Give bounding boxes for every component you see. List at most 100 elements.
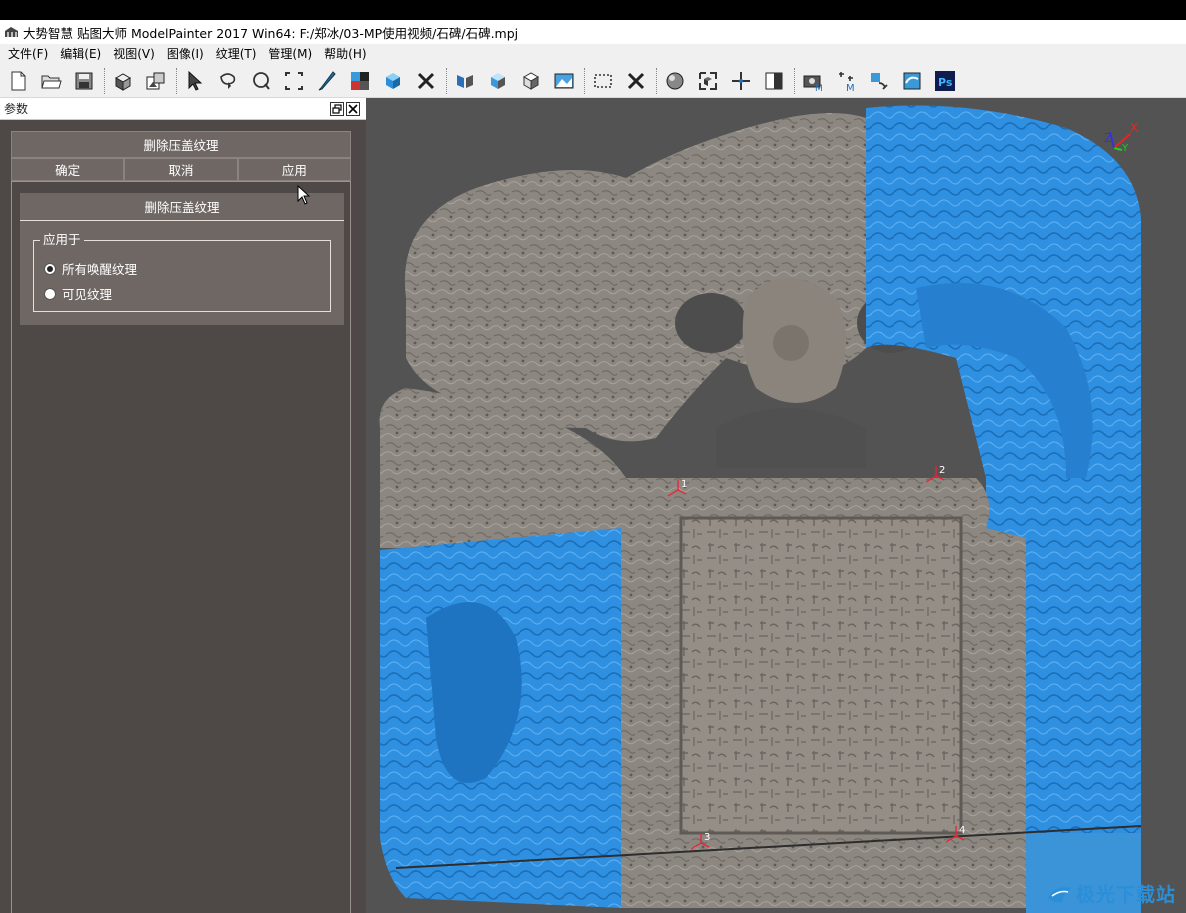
toolbar-separator — [794, 68, 795, 94]
cube-color-button[interactable] — [379, 67, 407, 95]
stone-stele-model: 1 2 3 4 — [379, 105, 1142, 913]
toolbar-separator — [176, 68, 177, 94]
cube-frame-icon — [699, 72, 717, 90]
open-folder-icon — [41, 75, 62, 89]
new-file-icon — [11, 71, 26, 91]
radio-selected[interactable] — [44, 262, 56, 275]
panel-title: 参数 — [4, 102, 29, 116]
menu-bar: 文件(F) 编辑(E) 视图(V) 图像(I) 纹理(T) 管理(M) 帮助(H… — [0, 44, 1186, 65]
restore-window-icon — [332, 104, 342, 114]
toolbar-separator — [656, 68, 657, 94]
open-folder-button[interactable] — [37, 67, 65, 95]
toolbar-separator — [584, 68, 585, 94]
gradient-icon — [765, 72, 783, 90]
option-visible-textures[interactable]: 可见纹理 — [44, 284, 112, 303]
photo-swap-button[interactable] — [898, 67, 926, 95]
circle-select-icon — [253, 72, 270, 90]
photoshop-icon: Ps — [935, 71, 955, 91]
cancel-button[interactable]: 取消 — [124, 158, 238, 181]
svg-text:2: 2 — [939, 465, 945, 476]
brush-button[interactable] — [313, 67, 341, 95]
axis-z-label: Z — [1104, 131, 1112, 145]
mirror-model-icon — [457, 75, 473, 88]
3d-viewport[interactable]: 1 2 3 4 X Y Z 极光下载站 — [366, 98, 1186, 913]
menu-manage[interactable]: 管理(M) — [262, 44, 318, 65]
command-title: 删除压盖纹理 — [11, 131, 351, 158]
rect-select-button[interactable] — [280, 67, 308, 95]
select-arrow-icon — [188, 70, 203, 91]
export-image-button[interactable] — [142, 67, 170, 95]
cube-frame-button[interactable] — [694, 67, 722, 95]
move-points-icon — [732, 72, 750, 90]
mirror-model-button[interactable] — [451, 67, 479, 95]
window-title: 大势智慧 贴图大师 ModelPainter 2017 Win64: F:/郑冰… — [23, 25, 519, 41]
cube-blue-icon — [491, 73, 505, 89]
texture-tile-icon — [351, 72, 369, 90]
menu-view[interactable]: 视图(V) — [107, 44, 161, 65]
command-buttons: 确定 取消 应用 — [11, 158, 351, 181]
toolbar-separator — [104, 68, 105, 94]
toolbar-separator — [446, 68, 447, 94]
panel-body: 删除压盖纹理 应用于 所有唤醒纹理 可见纹理 — [11, 181, 351, 913]
watermark-text: 极光下载站 — [1075, 884, 1176, 906]
svg-text:M: M — [815, 84, 823, 93]
select-arrow-button[interactable] — [181, 67, 209, 95]
dashed-rect-icon — [594, 74, 612, 88]
sphere-icon — [666, 72, 684, 90]
apply-button[interactable]: 应用 — [237, 158, 351, 181]
menu-image[interactable]: 图像(I) — [161, 44, 210, 65]
camera-m-button[interactable]: M — [799, 67, 827, 95]
new-file-button[interactable] — [4, 67, 32, 95]
group-label: 应用于 — [40, 232, 84, 248]
option-all-awake-textures[interactable]: 所有唤醒纹理 — [44, 259, 137, 278]
cross-button[interactable] — [412, 67, 440, 95]
points-m-button[interactable]: M — [832, 67, 860, 95]
close-x-icon — [627, 72, 645, 90]
mouse-cursor-icon — [297, 185, 311, 205]
options-section: 删除压盖纹理 应用于 所有唤醒纹理 可见纹理 — [20, 193, 344, 325]
app-logo-icon — [5, 27, 18, 37]
move-points-button[interactable] — [727, 67, 755, 95]
cube-white-icon — [522, 72, 540, 90]
panel-float-button[interactable] — [330, 102, 344, 116]
lasso-select-button[interactable] — [214, 67, 242, 95]
import-model-button[interactable] — [109, 67, 137, 95]
menu-edit[interactable]: 编辑(E) — [54, 44, 107, 65]
panel-close-button[interactable] — [346, 102, 360, 116]
menu-texture[interactable]: 纹理(T) — [210, 44, 263, 65]
axis-y-label: Y — [1121, 143, 1129, 154]
axis-x-label: X — [1130, 121, 1138, 135]
close-x-button[interactable] — [622, 67, 650, 95]
dashed-rect-button[interactable] — [589, 67, 617, 95]
photo-swap-icon — [903, 72, 921, 90]
top-black-strip — [0, 0, 1186, 20]
watermark-logo-icon — [1047, 886, 1072, 902]
section-title: 删除压盖纹理 — [20, 193, 344, 221]
svg-text:M: M — [846, 83, 855, 93]
title-bar: 大势智慧 贴图大师 ModelPainter 2017 Win64: F:/郑冰… — [0, 20, 1186, 44]
cube-white-button[interactable] — [517, 67, 545, 95]
image-sync-button[interactable] — [865, 67, 893, 95]
save-button[interactable] — [70, 67, 98, 95]
panel-header: 参数 — [0, 98, 366, 120]
cube-blue-button[interactable] — [484, 67, 512, 95]
sphere-button[interactable] — [661, 67, 689, 95]
rect-select-icon — [285, 72, 303, 90]
svg-text:1: 1 — [681, 479, 687, 490]
watermark: 极光下载站 — [1046, 880, 1176, 907]
photoshop-button[interactable]: Ps — [931, 67, 959, 95]
close-icon — [348, 104, 358, 114]
svg-text:Ps: Ps — [938, 76, 953, 89]
image-view-button[interactable] — [550, 67, 578, 95]
image-view-icon — [554, 73, 574, 89]
menu-file[interactable]: 文件(F) — [2, 44, 54, 65]
ok-button[interactable]: 确定 — [11, 158, 125, 181]
save-icon — [75, 72, 93, 90]
circle-select-button[interactable] — [247, 67, 275, 95]
cross-icon — [417, 72, 435, 90]
menu-help[interactable]: 帮助(H) — [318, 44, 372, 65]
gradient-button[interactable] — [760, 67, 788, 95]
texture-tile-button[interactable] — [346, 67, 374, 95]
option-label: 可见纹理 — [62, 287, 113, 302]
radio-unselected[interactable] — [44, 287, 56, 300]
